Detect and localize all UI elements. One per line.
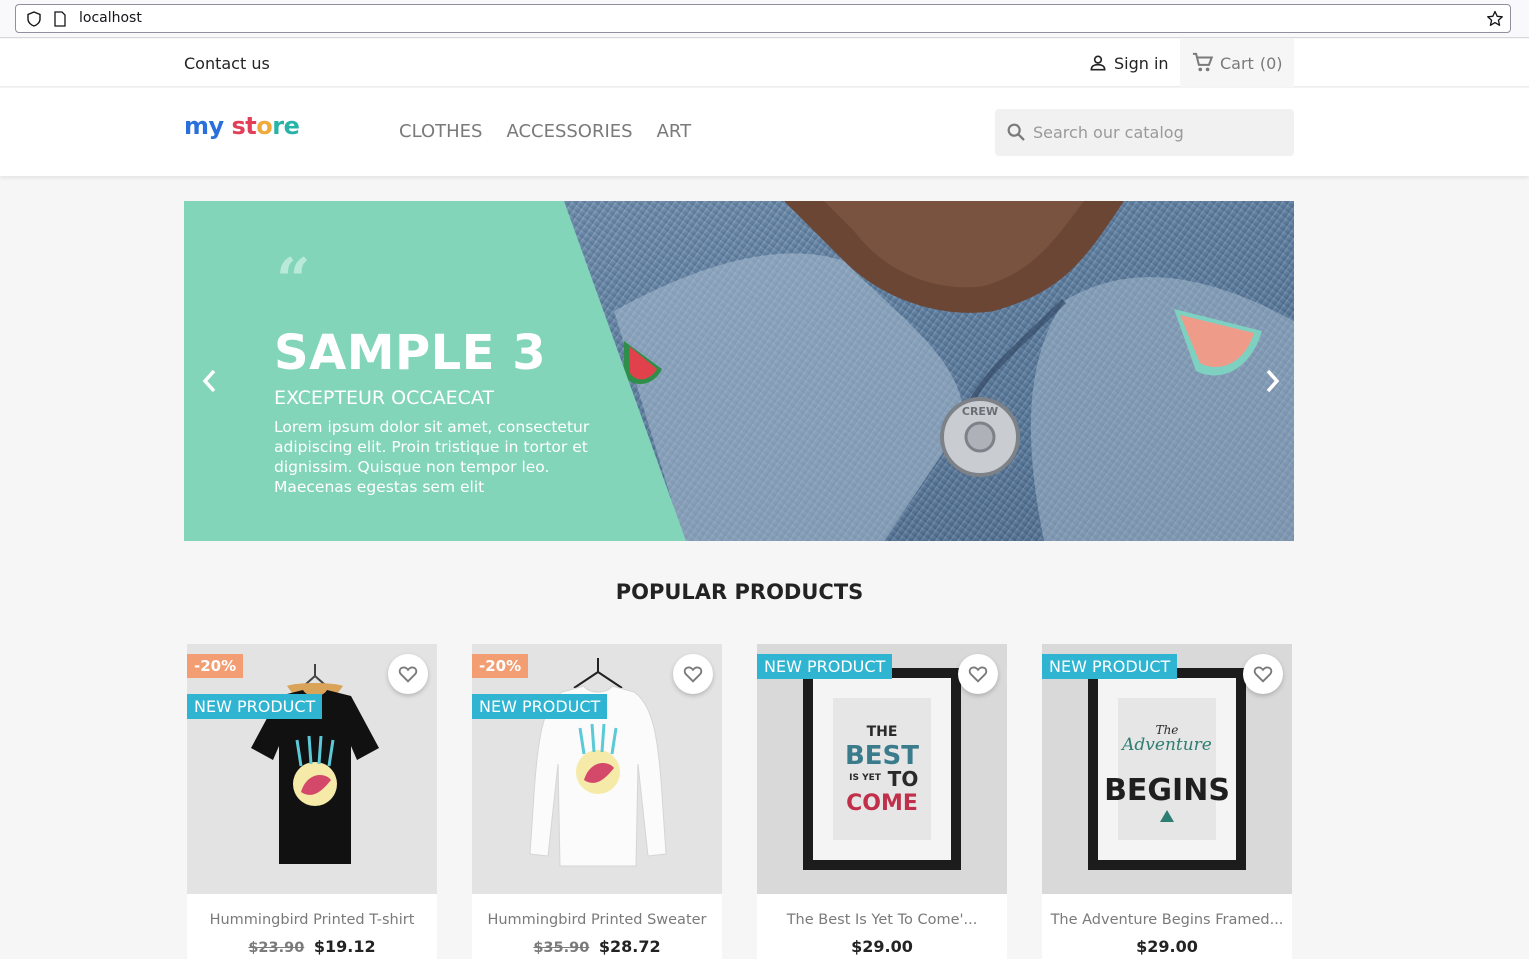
wishlist-button[interactable] bbox=[388, 654, 428, 694]
regular-price: $23.90 bbox=[248, 940, 305, 956]
slide-subtitle: EXCEPTEUR OCCAECAT bbox=[274, 387, 495, 409]
browser-toolbar: localhost bbox=[0, 0, 1529, 38]
page-icon bbox=[54, 11, 66, 27]
wishlist-button[interactable] bbox=[958, 654, 998, 694]
new-product-badge: NEW PRODUCT bbox=[757, 654, 893, 679]
new-product-badge: NEW PRODUCT bbox=[187, 694, 323, 719]
new-product-badge: NEW PRODUCT bbox=[472, 694, 608, 719]
top-nav: Contact us Sign in Cart (0) bbox=[0, 39, 1529, 87]
product-price: $29.00 bbox=[1136, 937, 1198, 956]
svg-text:TO: TO bbox=[888, 767, 919, 791]
search-icon[interactable] bbox=[1005, 121, 1027, 143]
product-name[interactable]: Hummingbird Printed T-shirt bbox=[187, 912, 437, 928]
svg-text:THE: THE bbox=[867, 724, 898, 740]
slide-title: SAMPLE 3 bbox=[274, 325, 547, 381]
sign-in-link[interactable]: Sign in bbox=[1088, 53, 1169, 73]
main-menu: CLOTHES ACCESSORIES ART bbox=[399, 121, 691, 142]
menu-item-art[interactable]: ART bbox=[657, 121, 692, 142]
svg-text:Adventure: Adventure bbox=[1120, 735, 1212, 755]
wishlist-button[interactable] bbox=[673, 654, 713, 694]
cart-icon bbox=[1192, 52, 1214, 72]
product-card[interactable]: The Adventure BEGINS NEW PRODUCT The Adv… bbox=[1042, 644, 1292, 959]
product-thumbnail[interactable]: THE BEST IS YET TO COME NEW PRODUCT bbox=[757, 644, 1007, 894]
heart-icon bbox=[683, 666, 703, 683]
product-thumbnail[interactable]: -20% NEW PRODUCT bbox=[472, 644, 722, 894]
popular-products-title: POPULAR PRODUCTS bbox=[615, 580, 864, 604]
store-logo[interactable]: my store bbox=[184, 112, 300, 140]
new-product-badge: NEW PRODUCT bbox=[1042, 654, 1178, 679]
menu-item-accessories[interactable]: ACCESSORIES bbox=[506, 121, 632, 142]
wishlist-button[interactable] bbox=[1243, 654, 1283, 694]
cart-label: Cart bbox=[1220, 53, 1254, 73]
product-price: $19.12 bbox=[313, 937, 376, 956]
svg-text:COME: COME bbox=[846, 791, 918, 816]
product-thumbnail[interactable]: -20% NEW PRODUCT bbox=[187, 644, 437, 894]
contact-us-link[interactable]: Contact us bbox=[184, 54, 270, 73]
chevron-left-icon[interactable] bbox=[198, 366, 222, 396]
discount-badge: -20% bbox=[187, 654, 244, 678]
product-price-row: $35.90 $28.72 bbox=[472, 937, 722, 956]
quote-mark: “ bbox=[276, 246, 311, 316]
product-price-row: $29.00 bbox=[757, 937, 1007, 956]
slide-text: Lorem ipsum dolor sit amet, consectetur … bbox=[274, 418, 590, 496]
product-thumbnail[interactable]: The Adventure BEGINS NEW PRODUCT bbox=[1042, 644, 1292, 894]
sign-in-label: Sign in bbox=[1114, 53, 1169, 73]
product-name[interactable]: Hummingbird Printed Sweater bbox=[472, 912, 722, 928]
svg-text:IS YET: IS YET bbox=[849, 773, 882, 783]
product-price: $29.00 bbox=[851, 937, 913, 956]
product-name[interactable]: The Adventure Begins Framed... bbox=[1042, 912, 1292, 928]
heart-icon bbox=[398, 666, 418, 683]
product-price-row: $29.00 bbox=[1042, 937, 1292, 956]
menu-item-clothes[interactable]: CLOTHES bbox=[399, 121, 482, 142]
search-box bbox=[995, 109, 1294, 156]
shield-icon[interactable] bbox=[26, 11, 42, 27]
heart-icon bbox=[1253, 666, 1273, 683]
svg-text:BEGINS: BEGINS bbox=[1104, 773, 1230, 808]
bookmark-star-icon[interactable] bbox=[1486, 10, 1504, 28]
heart-icon bbox=[968, 666, 988, 683]
cart-count: (0) bbox=[1259, 53, 1283, 73]
chevron-right-icon[interactable] bbox=[1260, 366, 1284, 396]
cart-button[interactable]: Cart (0) bbox=[1180, 39, 1294, 87]
url-text[interactable]: localhost bbox=[79, 10, 142, 26]
product-card[interactable]: THE BEST IS YET TO COME NEW PRODUCT The … bbox=[757, 644, 1007, 959]
hero-carousel[interactable]: CREW “ SAMPLE 3 EXCEPTEUR OCCAECAT Lorem… bbox=[184, 201, 1294, 541]
product-price-row: $23.90 $19.12 bbox=[187, 937, 437, 956]
search-input[interactable] bbox=[1033, 119, 1283, 145]
address-bar[interactable]: localhost bbox=[15, 4, 1511, 33]
user-icon bbox=[1090, 55, 1106, 71]
product-card[interactable]: -20% NEW PRODUCT Hummingbird Printed Swe… bbox=[472, 644, 722, 959]
regular-price: $35.90 bbox=[533, 940, 590, 956]
site-header: my store CLOTHES ACCESSORIES ART bbox=[0, 88, 1529, 176]
svg-text:CREW: CREW bbox=[962, 405, 998, 418]
discount-badge: -20% bbox=[472, 654, 529, 678]
product-name[interactable]: The Best Is Yet To Come'... bbox=[757, 912, 1007, 928]
product-card[interactable]: -20% NEW PRODUCT Hummingbird Printed T-s… bbox=[187, 644, 437, 959]
product-price: $28.72 bbox=[598, 937, 661, 956]
